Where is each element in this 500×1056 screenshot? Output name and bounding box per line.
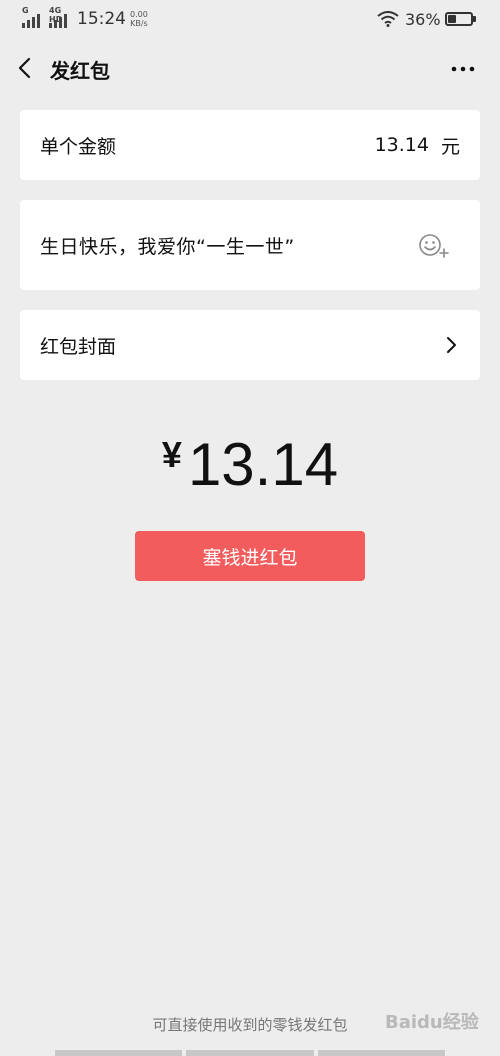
footer-bars xyxy=(55,1050,445,1056)
cover-card[interactable]: 红包封面 xyxy=(20,310,480,380)
page-title: 发红包 xyxy=(50,59,110,83)
cover-label: 红包封面 xyxy=(40,335,117,358)
footer-bar xyxy=(186,1050,314,1056)
more-button[interactable] xyxy=(448,59,478,79)
network-speed-unit: KB/s xyxy=(130,19,148,28)
clock: 15:24 xyxy=(77,9,126,29)
footer-bar xyxy=(55,1050,183,1056)
signal-4g-icon: 4G HD xyxy=(47,6,69,29)
wifi-icon xyxy=(377,11,399,31)
battery-percent: 36% xyxy=(405,10,441,29)
signal-label: G xyxy=(22,6,29,15)
greeting-card[interactable]: 生日快乐，我爱你“一生一世” xyxy=(20,200,480,290)
amount-unit: 元 xyxy=(440,135,460,158)
amount-value: 13.14 xyxy=(374,134,429,156)
amount-card[interactable]: 单个金额 13.14 元 xyxy=(20,110,480,180)
currency-symbol: ¥ xyxy=(161,434,182,475)
battery-level xyxy=(448,15,456,23)
greeting-input[interactable]: 生日快乐，我爱你“一生一世” xyxy=(40,200,410,290)
back-button[interactable] xyxy=(13,55,39,81)
status-bar: G 4G HD 15:24 0.00 KB/s 36% xyxy=(0,0,500,38)
signal-icon: G xyxy=(20,6,42,29)
network-speed: 0.00 KB/s xyxy=(130,10,148,28)
emoji-add-icon xyxy=(419,234,449,258)
chevron-left-icon xyxy=(18,57,31,79)
more-dots-icon xyxy=(451,66,475,72)
footer-bar xyxy=(317,1050,445,1056)
signal-4g-label: 4G HD xyxy=(49,6,63,24)
network-speed-value: 0.00 xyxy=(130,10,148,19)
amount-input[interactable]: 13.14 元 xyxy=(375,110,460,180)
battery-tip xyxy=(473,16,476,22)
emoji-button[interactable] xyxy=(418,232,450,260)
total-amount: ¥13.14 xyxy=(0,430,500,499)
watermark: Baidu经验 xyxy=(385,1012,479,1033)
submit-button[interactable]: 塞钱进红包 xyxy=(135,531,365,581)
total-amount-value: 13.14 xyxy=(187,431,339,498)
amount-label: 单个金额 xyxy=(40,135,117,158)
chevron-right-icon xyxy=(447,337,456,353)
battery-icon xyxy=(445,12,473,26)
